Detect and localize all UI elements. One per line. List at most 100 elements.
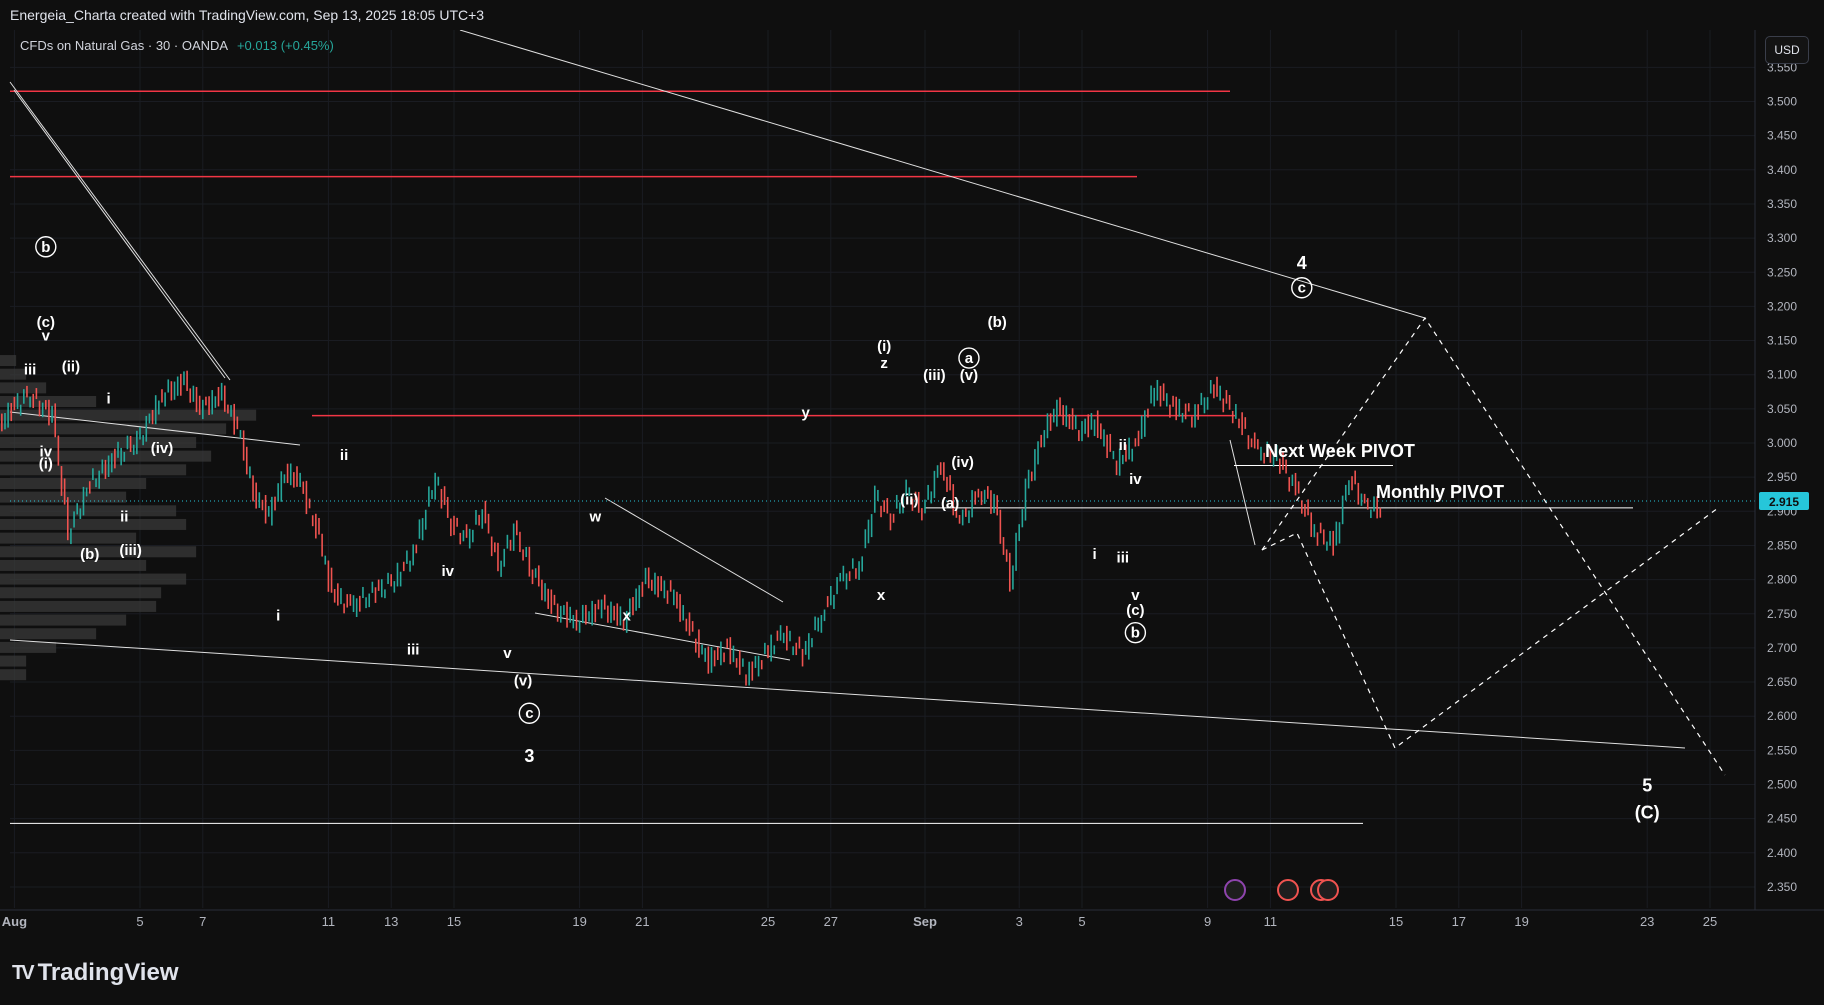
attribution-header: Energeia_Charta created with TradingView…	[0, 0, 1824, 30]
wave-label: iv	[1129, 471, 1142, 488]
wave-label: (iv)	[951, 454, 974, 471]
x-tick-label: 11	[322, 914, 336, 929]
y-tick-label: 3.150	[1767, 334, 1797, 348]
volume-profile-bar	[0, 669, 27, 681]
chart-area[interactable]: Next Week PIVOT Monthly PIVOT (iv) (iii) (v)…	[0, 29, 1824, 940]
x-tick-label: 5	[136, 914, 143, 929]
volume-profile-bar	[0, 641, 57, 653]
tradingview-logo-icon: TV	[12, 961, 34, 984]
wave-label: iv	[441, 563, 454, 580]
x-tick-label: 23	[1640, 914, 1654, 929]
y-tick-label: 2.450	[1767, 812, 1797, 826]
x-tick-label: 19	[572, 914, 586, 929]
tradingview-logo[interactable]: TV TradingView	[12, 958, 179, 988]
y-tick-label: 3.350	[1767, 197, 1797, 211]
footer-bar	[0, 940, 1824, 1005]
tradingview-brand-name: TradingView	[37, 959, 179, 986]
x-tick-label: 3	[1016, 914, 1023, 929]
x-tick-label: 13	[384, 914, 398, 929]
wave-label: 3	[524, 746, 534, 766]
wave-label: v	[42, 328, 51, 345]
x-tick-label: 9	[1204, 914, 1211, 929]
y-tick-label: 2.750	[1767, 607, 1797, 621]
volume-profile-bar	[0, 655, 27, 667]
wave-label: (iii)	[119, 542, 142, 559]
last-price-label: 2.915	[1769, 495, 1799, 509]
y-tick-label: 2.500	[1767, 778, 1797, 792]
flag-event-icon	[1317, 879, 1339, 901]
y-tick-label: 2.350	[1767, 880, 1797, 894]
y-tick-label: 2.950	[1767, 470, 1797, 484]
wave-labels-layer: Next Week PIVOT Monthly PIVOT (iv) (iii) (v)…	[24, 236, 1660, 823]
chart-svg[interactable]: Next Week PIVOT Monthly PIVOT (iv) (iii) (v)…	[0, 29, 1824, 940]
wave-label: i	[1092, 546, 1096, 563]
volume-profile-bar	[0, 573, 187, 585]
y-tick-label: 2.650	[1767, 675, 1797, 689]
wave-label: 5	[1642, 775, 1652, 795]
y-tick-label: 2.600	[1767, 709, 1797, 723]
wave-label: ii	[1119, 437, 1127, 454]
currency-button[interactable]: USD	[1765, 36, 1809, 64]
wave-label: (a)	[941, 495, 959, 512]
wave-label: 4	[1297, 253, 1307, 273]
wave-label: y	[802, 405, 811, 422]
y-tick-label: 2.800	[1767, 573, 1797, 587]
volume-profile-bar	[0, 368, 27, 380]
pivot-label: Monthly PIVOT	[1376, 482, 1504, 502]
trend-line	[604, 497, 784, 603]
y-tick-label: 3.500	[1767, 95, 1797, 109]
wave-label: (C)	[1635, 803, 1660, 823]
wave-label: ii	[340, 447, 348, 464]
volume-profile-bar	[0, 628, 97, 640]
projection-layer	[1261, 316, 1726, 776]
wave-label: (iv)	[151, 440, 174, 457]
wave-label: (ii)	[62, 358, 80, 375]
wave-label: (v)	[960, 367, 978, 384]
wave-label: z	[880, 355, 888, 372]
y-tick-label: 3.050	[1767, 402, 1797, 416]
symbol-change: +0.013 (+0.45%)	[236, 38, 334, 53]
volume-profile-bar	[0, 477, 147, 489]
symbol-legend[interactable]: CFDs on Natural Gas · 30 · OANDA +0.013 …	[20, 38, 334, 53]
x-tick-label: 5	[1078, 914, 1085, 929]
trend-line	[1229, 439, 1256, 546]
x-tick-label: 15	[447, 914, 461, 929]
x-tick-label: Aug	[2, 914, 27, 929]
pivot-label: Next Week PIVOT	[1265, 441, 1415, 461]
x-tick-label: 15	[1389, 914, 1403, 929]
wave-label: (v)	[514, 672, 532, 689]
trend-line	[459, 29, 1426, 319]
wave-label: w	[588, 509, 601, 526]
lightning-event-icon	[1224, 879, 1246, 901]
wave-label: a	[965, 350, 974, 367]
wave-label: (b)	[80, 546, 99, 563]
wave-label: b	[1131, 625, 1140, 642]
y-tick-label: 3.100	[1767, 368, 1797, 382]
wave-label: (b)	[988, 314, 1007, 331]
x-tick-label: 27	[824, 914, 838, 929]
wave-label: (ii)	[900, 491, 918, 508]
wave-label: b	[41, 239, 50, 256]
volume-profile-bar	[0, 355, 17, 367]
y-tick-label: 3.300	[1767, 231, 1797, 245]
wave-label: v	[503, 645, 512, 662]
x-tick-label: Sep	[913, 914, 937, 929]
wave-label: c	[1298, 280, 1306, 297]
y-tick-label: 3.000	[1767, 436, 1797, 450]
wave-label: iii	[407, 642, 420, 659]
y-tick-label: 2.850	[1767, 538, 1797, 552]
wave-label: iii	[1117, 550, 1130, 567]
volume-profile-bar	[0, 600, 157, 612]
volume-profile-bar	[0, 614, 127, 626]
y-tick-label: 2.700	[1767, 641, 1797, 655]
volume-profile-bar	[0, 505, 177, 517]
wave-label: i	[276, 608, 280, 625]
y-tick-label: 3.450	[1767, 129, 1797, 143]
volume-profile-bar	[0, 559, 147, 571]
grid-layer	[0, 30, 1755, 908]
y-tick-label: 2.400	[1767, 846, 1797, 860]
y-tick-label: 2.550	[1767, 743, 1797, 757]
volume-profile-bar	[0, 518, 187, 530]
wave-label: ii	[120, 509, 128, 526]
wave-label: (i)	[877, 338, 891, 355]
